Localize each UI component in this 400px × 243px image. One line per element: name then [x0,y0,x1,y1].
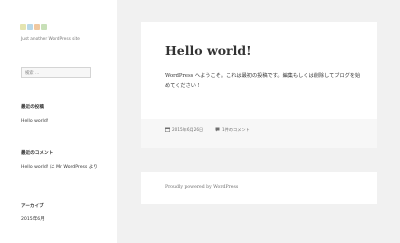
post-comments[interactable]: 1件のコメント [215,127,250,133]
post-date-text: 2015年6月26日 [172,127,204,132]
logo-square-4 [41,24,47,30]
site-tagline: Just another WordPress site [21,37,80,42]
recent-comment-entry[interactable]: Hello world! に Mr WordPress より [21,164,101,172]
site-logo[interactable] [20,22,48,33]
footer-credit[interactable]: Proudly powered by WordPress [165,185,238,190]
logo-square-3 [34,24,40,30]
sidebar: Just another WordPress site 検索 … 最近の投稿 H… [0,0,117,243]
post-date[interactable]: 2015年6月26日 [165,127,203,133]
recent-post-link[interactable]: Hello world! [21,118,49,126]
recent-comments-title: 最近のコメント [21,151,54,156]
search-placeholder: 検索 … [25,71,40,76]
post-card: Hello world! WordPress へようこそ。これは最初の投稿です。… [141,22,377,148]
recent-posts-title: 最近の投稿 [21,105,44,110]
site-footer: Proudly powered by WordPress [141,172,377,204]
calendar-icon [165,127,170,133]
search-input[interactable]: 検索 … [21,67,91,78]
archive-link[interactable]: 2015年6月 [21,216,45,224]
logo-square-2 [27,24,33,30]
logo-square-1 [20,24,26,30]
post-comments-text: 1件のコメント [222,127,250,132]
post-title[interactable]: Hello world! [165,43,252,58]
post-body: WordPress へようこそ。これは最初の投稿です。編集もしくは削除してブログ… [165,73,361,89]
post-meta-bar: 2015年6月26日 1件のコメント [141,119,377,148]
archives-title: アーカイブ [21,204,44,209]
comment-bubble-icon [215,127,220,133]
